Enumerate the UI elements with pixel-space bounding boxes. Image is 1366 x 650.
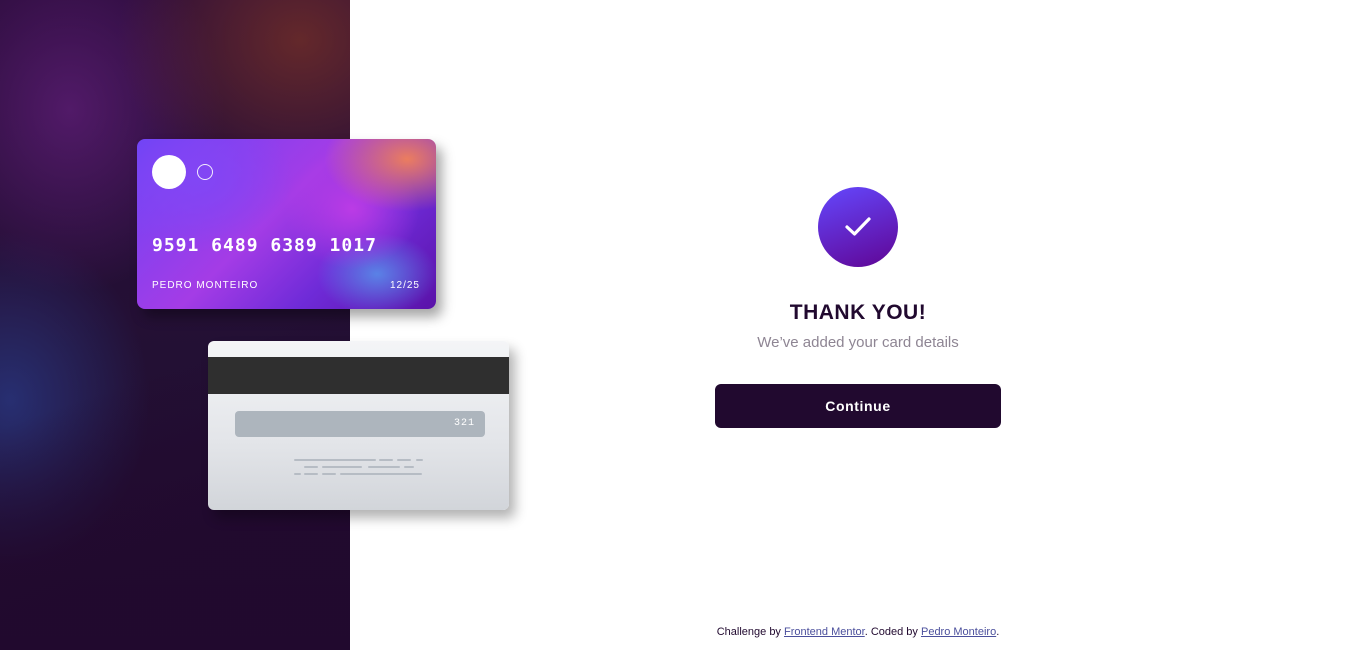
signature-strip: 321 [235, 411, 485, 437]
card-number: 9591 6489 6389 1017 [152, 235, 377, 256]
card-expiry-date: 12/25 [389, 280, 420, 291]
card-logo-small-circle [197, 164, 213, 180]
magnetic-stripe [208, 357, 509, 394]
card-fine-print-lines [294, 459, 426, 479]
page: 9591 6489 6389 1017 PEDRO MONTEIRO 12/25… [0, 0, 1366, 650]
attribution: Challenge by Frontend Mentor. Coded by P… [350, 626, 1366, 638]
continue-button[interactable]: Continue [715, 384, 1001, 428]
card-cvc: 321 [453, 418, 475, 429]
attribution-prefix: Challenge by [716, 626, 784, 638]
confirmation-panel: THANK YOU! We’ve added your card details… [715, 187, 1001, 428]
success-badge [818, 187, 898, 267]
card-logo-large-circle [152, 155, 186, 189]
attribution-middle: . Coded by [864, 626, 921, 638]
author-link[interactable]: Pedro Monteiro [921, 626, 996, 638]
card-back: 321 [208, 341, 509, 510]
thank-you-heading: THANK YOU! [789, 301, 927, 324]
cardholder-name: PEDRO MONTEIRO [152, 280, 259, 291]
decorative-side-background [0, 0, 350, 650]
check-icon [845, 217, 871, 236]
frontend-mentor-link[interactable]: Frontend Mentor [784, 626, 865, 638]
confirmation-message: We’ve added your card details [757, 334, 959, 351]
card-front: 9591 6489 6389 1017 PEDRO MONTEIRO 12/25 [137, 139, 436, 309]
attribution-suffix: . [996, 626, 1000, 638]
